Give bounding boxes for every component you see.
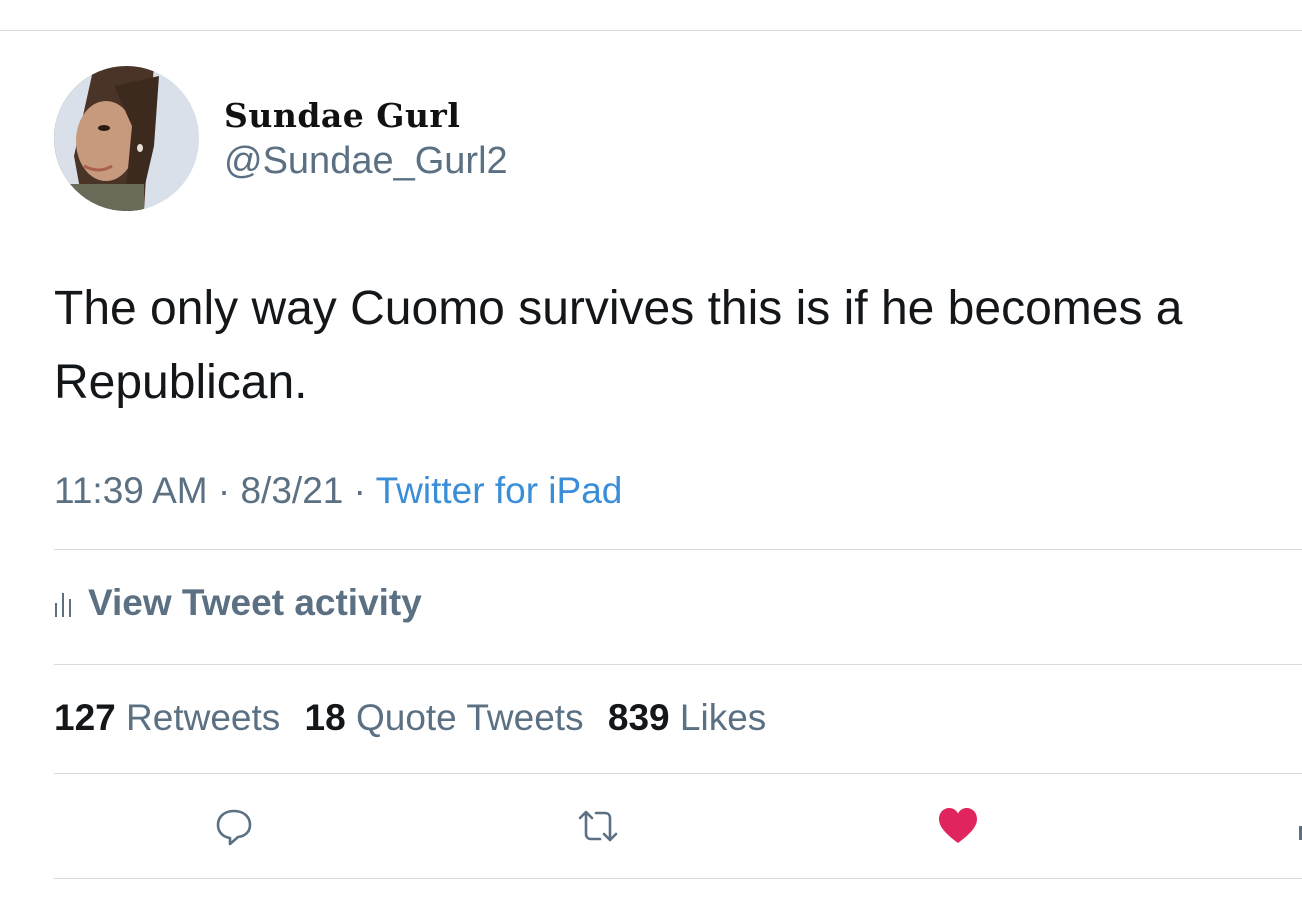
author-handle[interactable]: @Sundae_Gurl2 — [224, 140, 508, 183]
likes-count[interactable]: 839 — [608, 697, 670, 738]
divider — [54, 549, 1302, 550]
meta-separator: · — [353, 470, 366, 511]
tweet-time[interactable]: 11:39 AM — [54, 470, 208, 511]
likes-label[interactable]: Likes — [680, 697, 766, 738]
retweet-icon — [578, 810, 618, 842]
retweets-count[interactable]: 127 — [54, 697, 116, 738]
avatar-photo — [54, 66, 199, 211]
divider — [54, 664, 1302, 665]
like-button[interactable] — [938, 806, 978, 846]
author-display-name[interactable]: Sundae Gurl — [224, 96, 460, 135]
reply-button[interactable] — [214, 806, 254, 846]
avatar[interactable] — [54, 66, 199, 211]
retweet-button[interactable] — [576, 806, 618, 846]
quote-tweets-count[interactable]: 18 — [305, 697, 346, 738]
tweet-source-link[interactable]: Twitter for iPad — [376, 470, 623, 511]
analytics-icon — [54, 584, 74, 626]
tweet-text: The only way Cuomo survives this is if h… — [54, 282, 1183, 409]
quote-tweets-label[interactable]: Quote Tweets — [356, 697, 584, 738]
tweet-date[interactable]: 8/3/21 — [240, 470, 343, 511]
top-divider — [0, 30, 1302, 31]
divider — [54, 878, 1302, 879]
view-tweet-activity-button[interactable]: View Tweet activity — [54, 582, 422, 626]
meta-separator: · — [217, 470, 231, 511]
tweet-meta: 11:39 AM · 8/3/21 · Twitter for iPad — [54, 470, 622, 512]
divider — [54, 773, 1302, 774]
reply-icon — [216, 809, 252, 846]
tweet-stats: 127 Retweets 18 Quote Tweets 839 Likes — [54, 697, 780, 739]
heart-icon — [939, 808, 977, 843]
activity-label: View Tweet activity — [88, 582, 422, 623]
retweets-label[interactable]: Retweets — [126, 697, 280, 738]
